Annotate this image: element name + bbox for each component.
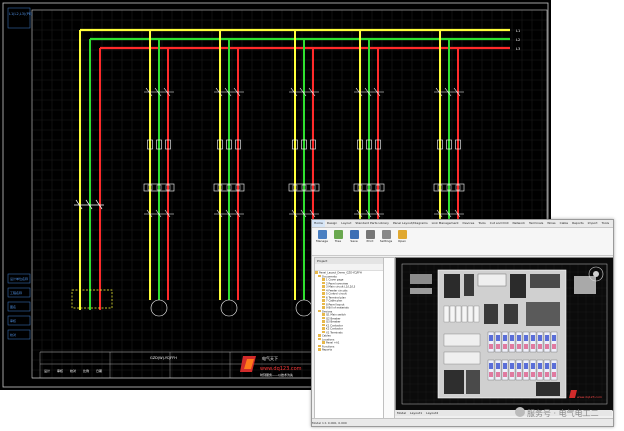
menu-item[interactable]: Import: [586, 220, 600, 227]
status-bar: Model 1:1 0.000, 0.000: [312, 418, 613, 426]
menu-item[interactable]: Reports: [570, 220, 586, 227]
open-icon: [397, 230, 407, 239]
folder-icon: [322, 288, 325, 291]
folder-icon: [322, 299, 325, 302]
folder-icon: [322, 285, 325, 288]
tree-toolbar[interactable]: [315, 264, 383, 271]
menu-bar: Home Design Layout Standard Parts Library Pa…: [312, 220, 613, 228]
bus-label-l3: L3: [516, 47, 520, 51]
folder-icon: [322, 292, 325, 295]
folder-icon: [322, 306, 325, 309]
folder-icon: [318, 348, 321, 351]
ribbon-button[interactable]: Tree: [331, 230, 345, 250]
ribbon-button[interactable]: Settings: [379, 230, 393, 250]
menu-item[interactable]: Devices: [461, 220, 477, 227]
menu-item[interactable]: Cut and Drill: [488, 220, 511, 227]
left-side-label: 设计单位名称: [10, 276, 28, 281]
menu-item[interactable]: Network: [511, 220, 528, 227]
folder-icon: [322, 278, 325, 281]
ribbon-button-label: Save: [350, 239, 358, 243]
watermark-text: 服务号 · 电气电工二: [527, 409, 599, 418]
ribbon-button[interactable]: Open: [395, 230, 409, 250]
left-side-label: 校对: [10, 332, 16, 337]
folder-icon: [322, 295, 325, 298]
ribbon-button-label: Tree: [334, 239, 342, 243]
title-block-field: 比例: [83, 368, 89, 373]
menu-item[interactable]: Layout: [339, 220, 353, 227]
ribbon-button[interactable]: Print: [363, 230, 377, 250]
company-site: www.dq123.com: [260, 366, 302, 372]
top-left-label: L1(L2,L3)(PE): [9, 12, 33, 16]
ribbon-button[interactable]: Save: [347, 230, 361, 250]
folder-icon: [322, 320, 325, 323]
project-icon: [317, 230, 327, 239]
menu-item[interactable]: Wires: [545, 220, 557, 227]
tree-list: Panel_Layout_Demo_GZD-YCJFFH Documents 1 C…: [315, 271, 383, 352]
folder-icon: [322, 330, 325, 333]
ribbon-button-label: Print: [366, 239, 374, 243]
company-slogan: 电气天下: [262, 355, 278, 361]
folder-icon: [322, 323, 325, 326]
folder-icon: [318, 309, 321, 312]
folder-icon: [318, 344, 321, 347]
folder-icon: [315, 271, 318, 274]
project-tree-panel: Project Panel_Layout_Demo_GZD-YCJFFH Docu…: [314, 257, 384, 425]
menu-item[interactable]: Link Management: [430, 220, 461, 227]
drawing-name: GZD(W)-YCJFFH: [150, 356, 177, 360]
left-side-label: 工程名称: [10, 290, 22, 295]
menu-item[interactable]: Tools: [476, 220, 487, 227]
ribbon-button-label: Settings: [379, 239, 393, 243]
folder-icon: [322, 281, 325, 284]
property-strip[interactable]: [383, 257, 395, 425]
layout-tab[interactable]: Layout1: [408, 411, 424, 415]
folder-icon: [322, 302, 325, 305]
title-block-field: 校对: [70, 368, 76, 373]
company-sub: 时刻服务——以技术为先: [260, 372, 293, 377]
folder-icon: [322, 341, 325, 344]
folder-icon: [322, 327, 325, 330]
menu-item[interactable]: Standard Parts Library: [353, 220, 391, 227]
tree-item-label: Reports: [322, 348, 332, 352]
wechat-icon: [515, 407, 525, 417]
save-icon: [349, 230, 359, 239]
tree-item[interactable]: Reports: [315, 348, 383, 352]
folder-icon: [318, 334, 321, 337]
tree-icon: [333, 230, 343, 239]
title-block-field: 设计: [44, 368, 50, 373]
menu-item[interactable]: Cable: [558, 220, 571, 227]
settings-icon: [381, 230, 391, 239]
ribbon-button-label: Open: [397, 239, 406, 243]
layout-tab[interactable]: Layout2: [424, 411, 440, 415]
folder-icon: [322, 313, 325, 316]
layout-tab[interactable]: Model: [395, 411, 408, 415]
menu-item[interactable]: Terminals: [527, 220, 545, 227]
panel-layout-canvas[interactable]: www.dq123.com: [395, 257, 613, 411]
menu-item[interactable]: Panel Layout/Diagrams: [391, 220, 430, 227]
ribbon-button-label: Manage: [316, 239, 328, 243]
menu-item[interactable]: Annotations: [611, 220, 613, 227]
cad-logo-text: www.dq123.com: [577, 395, 602, 399]
menu-item[interactable]: Design: [325, 220, 339, 227]
ribbon-button[interactable]: Manage: [315, 230, 329, 250]
folder-icon: [318, 274, 321, 277]
left-side-label: 审核: [10, 318, 16, 323]
bus-label-l2: L2: [516, 38, 520, 42]
title-block-field: 审核: [57, 368, 63, 373]
cad-window: Home Design Layout Standard Parts Library Pa…: [311, 219, 614, 427]
left-side-label: 图名: [10, 304, 16, 309]
folder-icon: [322, 316, 325, 319]
folder-icon: [318, 337, 321, 340]
menu-item[interactable]: Tools: [600, 220, 611, 227]
ribbon-toolbar: Manage Tree Save Print Settings Open: [312, 228, 613, 256]
title-block-field: 日期: [96, 368, 102, 373]
bus-label-l1: L1: [516, 29, 520, 33]
print-icon: [365, 230, 375, 239]
menu-item[interactable]: Home: [312, 220, 325, 227]
